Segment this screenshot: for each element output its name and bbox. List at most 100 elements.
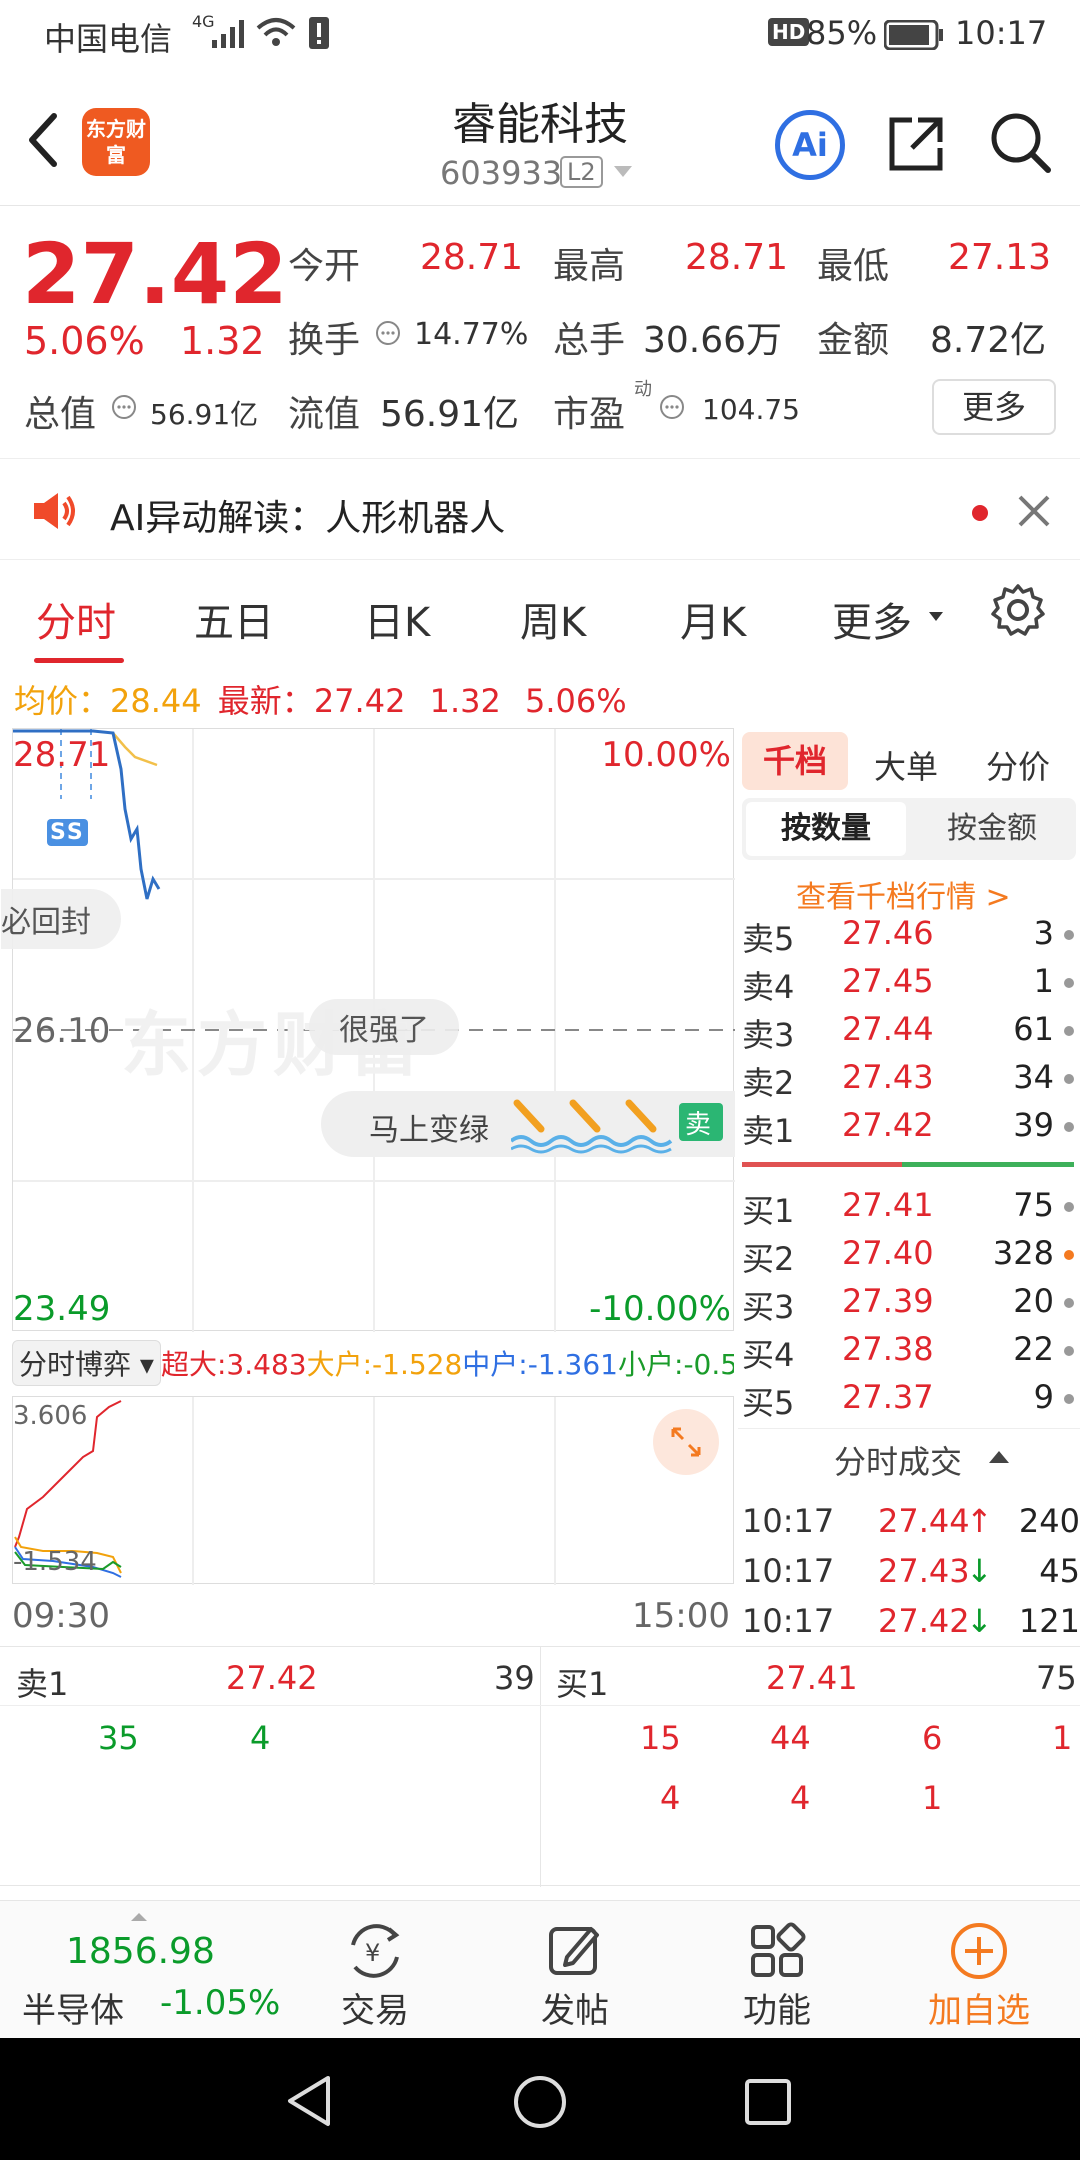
chevron-down-icon[interactable]	[612, 164, 634, 184]
trade-price: 27.44	[878, 1502, 970, 1540]
ask-volume: 34	[1013, 1058, 1054, 1096]
nav-functions[interactable]: 功能	[702, 1919, 852, 2032]
grid-icon	[702, 1919, 852, 1983]
trade-direction: ↑	[966, 1502, 993, 1540]
flow-small-label: 小户:	[618, 1348, 684, 1381]
ask-label: 卖4	[742, 968, 795, 1006]
ask-row[interactable]: 卖4 27.45 1	[738, 962, 1080, 1010]
close-icon[interactable]	[1016, 493, 1052, 533]
bid-label: 买2	[742, 1240, 795, 1278]
queue-buy-order: 6	[922, 1719, 943, 1757]
nav-back-icon[interactable]	[284, 2074, 334, 2132]
queue-sell-label: 卖1	[16, 1665, 69, 1703]
trades-title: 分时成交	[834, 1443, 963, 1481]
latest-change: 1.32	[429, 682, 501, 720]
bid-row[interactable]: 买1 27.41 75	[738, 1186, 1080, 1234]
ask-strength-bar	[742, 1162, 902, 1167]
queue-buy-order: 44	[770, 1719, 811, 1757]
pe-label: 市盈	[553, 394, 626, 435]
ask-price: 27.46	[842, 914, 934, 952]
tab-large-orders[interactable]: 大单	[874, 742, 938, 788]
flow-large-label: 大户:	[306, 1348, 373, 1381]
bid-row[interactable]: 买2 27.40 328	[738, 1234, 1080, 1282]
nav-recents-icon[interactable]	[744, 2078, 792, 2130]
bid-price: 27.39	[842, 1282, 934, 1320]
status-dot	[1064, 1202, 1074, 1212]
chart-bottom-price: 23.49	[13, 1289, 111, 1329]
bid-label: 买3	[742, 1288, 795, 1326]
ask-price: 27.43	[842, 1058, 934, 1096]
turnover-value: 14.77%	[414, 317, 529, 352]
axis-end-time: 15:00	[632, 1596, 730, 1636]
ask-row[interactable]: 卖3 27.44 61	[738, 1010, 1080, 1058]
bid-price: 27.40	[842, 1234, 934, 1272]
comment-bubble[interactable]: 很强了	[309, 999, 459, 1055]
ask-row[interactable]: 卖1 27.42 39	[738, 1106, 1080, 1154]
svg-text:卖: 卖	[685, 1110, 711, 1140]
trades-header[interactable]: 分时成交	[738, 1428, 1080, 1508]
subtab-by-quantity[interactable]: 按数量	[746, 802, 906, 856]
info-icon[interactable]	[658, 393, 686, 425]
status-dot	[1064, 1250, 1074, 1260]
ai-icon[interactable]: Ai	[775, 110, 845, 180]
gear-icon[interactable]	[990, 582, 1046, 642]
status-dot	[1064, 1074, 1074, 1084]
bid-row[interactable]: 买5 27.37 9	[738, 1378, 1080, 1426]
expand-icon[interactable]	[653, 1409, 719, 1475]
nav-home-icon[interactable]	[512, 2074, 568, 2134]
status-dot	[1064, 1026, 1074, 1036]
ask-label: 卖2	[742, 1064, 795, 1102]
share-icon[interactable]	[884, 112, 948, 180]
sector-index-widget[interactable]: 1856.98 半导体 -1.05%	[10, 1901, 280, 2039]
index-change: -1.05%	[160, 1983, 281, 2023]
view-depth-link[interactable]: 查看千档行情 >	[796, 872, 1011, 916]
nav-trade[interactable]: ¥ 交易	[300, 1919, 450, 2032]
trade-marker-badge[interactable]: SS	[47, 819, 88, 846]
tab-five-day[interactable]: 五日	[194, 590, 274, 648]
trade-time: 10:17	[742, 1552, 835, 1590]
nav-post[interactable]: 发帖	[500, 1919, 650, 2032]
ask-row[interactable]: 卖5 27.46 3	[738, 914, 1080, 962]
carrier-label: 中国电信	[44, 20, 173, 58]
queue-divider	[540, 1647, 541, 1887]
info-icon[interactable]	[374, 319, 402, 351]
info-icon[interactable]	[110, 393, 138, 425]
index-value: 1856.98	[66, 1931, 215, 1972]
flow-selector[interactable]: 分时博弈 ▾	[12, 1340, 161, 1386]
tab-price-distribution[interactable]: 分价	[986, 742, 1050, 788]
bid-row[interactable]: 买4 27.38 22	[738, 1330, 1080, 1378]
ask-row[interactable]: 卖2 27.43 34	[738, 1058, 1080, 1106]
queue-buy-price: 27.41	[766, 1659, 858, 1697]
ask-volume: 3	[1033, 914, 1054, 952]
ask-volume: 39	[1013, 1106, 1054, 1144]
tab-daily-k[interactable]: 日K	[364, 590, 430, 648]
turnover-label: 换手	[288, 320, 361, 361]
comment-bubble[interactable]: 马上变绿 卖	[321, 1091, 735, 1157]
ask-price: 27.45	[842, 962, 934, 1000]
tab-monthly-k[interactable]: 月K	[680, 590, 746, 648]
ai-banner[interactable]: AI异动解读：人形机器人	[0, 458, 1080, 560]
more-button[interactable]: 更多	[932, 379, 1056, 435]
level2-badge[interactable]: L2	[560, 156, 603, 188]
tab-weekly-k[interactable]: 周K	[520, 590, 586, 648]
tab-more[interactable]: 更多	[832, 590, 912, 648]
avg-label: 均价：	[14, 682, 111, 720]
trade-price: 27.43	[878, 1552, 970, 1590]
flow-super-label: 超大:	[160, 1348, 227, 1381]
mktcap-label: 总值	[24, 394, 97, 435]
tab-intraday[interactable]: 分时	[36, 590, 116, 648]
amount-value: 8.72亿	[930, 320, 1047, 361]
intraday-chart[interactable]: 东方财富 28.71 10.00% SS 必回封 26.10 很强了 马上变绿 …	[1, 728, 735, 1332]
nav-add-watchlist[interactable]: 加自选	[904, 1919, 1054, 2032]
bid-row[interactable]: 买3 27.39 20	[738, 1282, 1080, 1330]
comment-bubble[interactable]: 必回封	[1, 889, 121, 949]
caret-down-icon[interactable]	[928, 608, 944, 627]
search-icon[interactable]	[988, 110, 1054, 180]
change-amount: 1.32	[180, 319, 265, 363]
volume-value: 30.66万	[643, 320, 783, 361]
back-icon[interactable]	[22, 110, 62, 174]
tab-thousand-depth[interactable]: 千档	[742, 732, 848, 790]
capital-flow-chart[interactable]: 3.606 -1.534	[12, 1396, 734, 1585]
add-circle-icon	[904, 1919, 1054, 1983]
subtab-by-amount[interactable]: 按金额	[912, 802, 1072, 856]
